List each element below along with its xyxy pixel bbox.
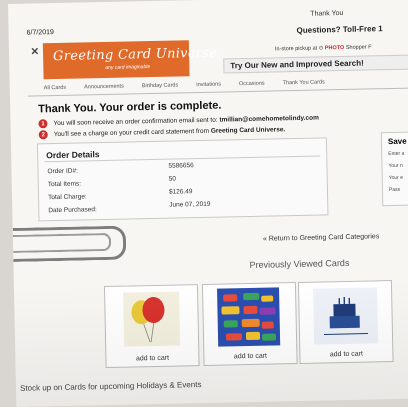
order-id-label: Order ID#:	[47, 167, 78, 176]
logo-tagline: any card imaginable	[105, 64, 151, 71]
step-text: You will soon receive an order confirmat…	[53, 116, 218, 128]
add-to-cart-button[interactable]: add to cart	[300, 350, 392, 359]
add-to-cart-button[interactable]: add to cart	[204, 352, 296, 361]
save-panel-line: Your e	[388, 174, 404, 182]
nav-all-cards[interactable]: All Cards	[44, 85, 66, 91]
print-header-title: Thank You	[310, 9, 344, 18]
order-details-title: Order Details	[46, 149, 100, 161]
total-charge-value: $126.49	[168, 188, 193, 196]
viewed-card-1[interactable]: add to cart	[103, 284, 200, 369]
balloon-card-icon	[123, 291, 181, 347]
merchant-name: Greeting Card Universe.	[210, 126, 286, 135]
site-logo[interactable]: Greeting Card Universe any card imaginab…	[42, 40, 217, 80]
total-items-label: Total Items:	[47, 180, 82, 189]
date-purchased-value: June 07, 2019	[169, 200, 211, 209]
step-number-badge: 2	[38, 130, 48, 140]
printed-page: 6/7/2019 Thank You Questions? Toll-Free …	[8, 0, 408, 407]
previously-viewed-heading: Previously Viewed Cards	[249, 257, 350, 270]
pickup-suffix: Shopper F	[345, 44, 372, 51]
viewed-card-3[interactable]: add to cart	[297, 280, 394, 364]
date-purchased-label: Date Purchased:	[48, 206, 97, 215]
confirmation-email: tmillian@comehometolindy.com	[219, 114, 319, 124]
save-account-panel: Save Enter a Your n Your e Pass	[380, 131, 408, 207]
total-items-value: 50	[168, 175, 177, 183]
total-charge-label: Total Charge:	[47, 193, 87, 202]
target-icon: ⊙	[318, 45, 324, 52]
colorful-birthday-card-icon	[217, 287, 281, 347]
store-pickup-info: In-store pickup at ⊙ PHOTO Shopper F	[275, 44, 372, 52]
close-icon[interactable]: ×	[31, 43, 39, 58]
viewed-card-2[interactable]: add to cart	[201, 282, 298, 366]
nav-invitations[interactable]: Invitations	[196, 82, 221, 89]
step-number-badge: 1	[38, 119, 48, 129]
pickup-prefix: In-store pickup at	[274, 45, 318, 53]
logo-brand: Greeting Card Universe	[52, 45, 218, 65]
stock-up-heading: Stock up on Cards for upcoming Holidays …	[19, 380, 202, 393]
save-panel-line: Your n	[388, 162, 403, 170]
nav-announcements[interactable]: Announcements	[84, 84, 124, 91]
search-promo-banner[interactable]: Try Our New and Improved Search!	[223, 54, 408, 74]
nav-thank-you-cards[interactable]: Thank You Cards	[283, 79, 325, 86]
add-to-cart-button[interactable]: add to cart	[106, 354, 198, 363]
nav-birthday-cards[interactable]: Birthday Cards	[142, 82, 179, 89]
save-panel-line: Enter a	[388, 150, 405, 158]
confirmation-headline: Thank You. Your order is complete.	[38, 99, 222, 116]
print-date: 6/7/2019	[26, 29, 54, 37]
step-text: You'll see a charge on your credit card …	[53, 127, 210, 139]
questions-phone: Questions? Toll-Free 1	[296, 24, 383, 35]
return-to-categories-link[interactable]: « Return to Greeting Card Categories	[263, 233, 379, 242]
order-details-panel: Order Details Order ID#: 5586656 Total I…	[36, 137, 329, 222]
save-panel-line: Pass	[388, 186, 401, 194]
order-id-value: 5586656	[168, 162, 194, 170]
save-panel-title: Save	[387, 136, 407, 147]
happy-birthday-cake-card-icon	[313, 287, 379, 345]
paper-clip-inner-icon	[12, 232, 112, 253]
pickup-photo: PHOTO	[324, 44, 345, 52]
nav-occasions[interactable]: Occasions	[239, 81, 265, 88]
